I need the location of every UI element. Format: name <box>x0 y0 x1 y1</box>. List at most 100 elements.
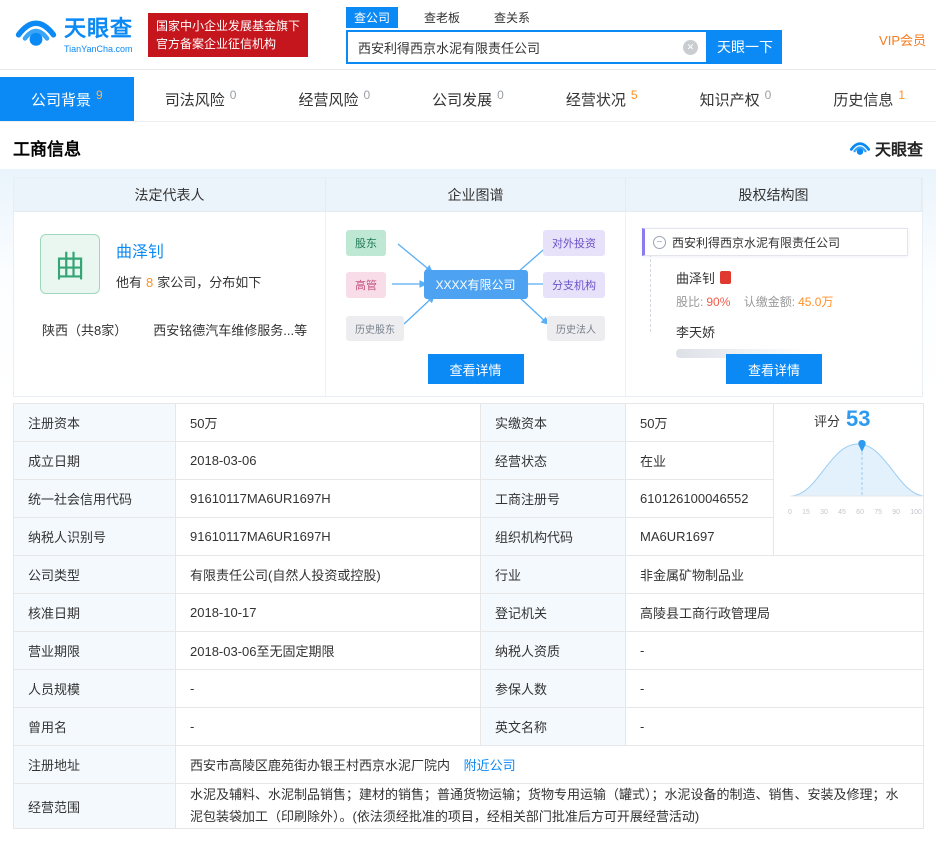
page: 天眼查 TianYanCha.com 国家中小企业发展基金旗下 官方备案企业征信… <box>0 0 936 842</box>
node-shareholder[interactable]: 股东 <box>346 230 386 256</box>
legal-rep-card: 曲 曲泽钊 他有 8 家公司，分布如下 陕西（共8家） 西安铭德汽车维修服务...等 <box>14 212 326 396</box>
equity-structure-card: 西安利得西京水泥有限责任公司 曲泽钊 股比:90% 认缴金额:45.0万 <box>626 212 922 396</box>
tab-count: 0 <box>764 88 772 102</box>
search-input[interactable] <box>348 32 706 62</box>
cert-line2: 官方备案企业征信机构 <box>156 37 277 51</box>
site-header: 天眼查 TianYanCha.com 国家中小企业发展基金旗下 官方备案企业征信… <box>0 0 936 70</box>
search-box <box>346 30 708 64</box>
field-label: 纳税人识别号 <box>13 517 176 556</box>
node-history-shareholder[interactable]: 历史股东 <box>346 316 404 341</box>
field-value: 在业 <box>625 441 774 480</box>
address-value: 西安市高陵区鹿苑街办银王村西京水泥厂院内 <box>190 758 451 773</box>
tab-company-development[interactable]: 公司发展 0 <box>401 77 535 121</box>
avatar[interactable]: 曲 <box>40 234 100 294</box>
search-button[interactable]: 天眼一下 <box>708 30 782 64</box>
tab-history-info[interactable]: 历史信息 1 <box>802 77 936 121</box>
field-label: 英文名称 <box>480 707 626 746</box>
field-label: 成立日期 <box>13 441 176 480</box>
tab-company-background[interactable]: 公司背景 9 <box>0 77 134 121</box>
graph-diagram: 股东 高管 历史股东 XXXX有限公司 对外投资 分支机构 历史法人 <box>326 220 625 350</box>
field-value: - <box>175 669 481 708</box>
section-watermark-logo: 天眼查 <box>849 136 923 160</box>
tab-intellectual-property[interactable]: 知识产权 0 <box>668 77 803 121</box>
field-value: - <box>625 631 924 670</box>
tianyancha-logo[interactable]: 天眼查 TianYanCha.com <box>14 10 133 54</box>
node-branch[interactable]: 分支机构 <box>543 272 605 298</box>
summary-cards-area: 法定代表人 企业图谱 股权结构图 曲 曲泽钊 他有 8 家公司，分布如下 陕西（共8… <box>0 169 936 397</box>
table-row: 人员规模 - 参保人数 - <box>13 669 924 708</box>
nearby-companies-link[interactable]: 附近公司 <box>464 758 516 773</box>
clear-icon[interactable] <box>683 40 698 55</box>
brand-domain: TianYanCha.com <box>64 43 133 54</box>
field-label: 营业期限 <box>13 631 176 670</box>
brand-name: 天眼查 <box>64 15 134 41</box>
node-history-legal[interactable]: 历史法人 <box>547 316 605 341</box>
registered-address-cell: 西安市高陵区鹿苑街办银王村西京水泥厂院内 附近公司 <box>175 745 924 784</box>
tab-count: 1 <box>898 88 906 102</box>
tab-operation-status[interactable]: 经营状况 5 <box>534 77 669 121</box>
tab-operation-risk[interactable]: 经营风险 0 <box>267 77 402 121</box>
table-row: 注册地址 西安市高陵区鹿苑街办银王村西京水泥厂院内 附近公司 <box>13 745 924 784</box>
legal-rep-name-link[interactable]: 曲泽钊 <box>116 238 261 262</box>
table-row: 营业期限 2018-03-06至无固定期限 纳税人资质 - <box>13 631 924 670</box>
holder-amount: 45.0万 <box>798 295 834 309</box>
search-tab-boss[interactable]: 查老板 <box>416 7 468 28</box>
watermark-text: 天眼查 <box>874 141 923 159</box>
tab-judicial-risk[interactable]: 司法风险 0 <box>133 77 268 121</box>
field-label: 注册资本 <box>13 403 176 442</box>
holder-name: 李天娇 <box>676 325 716 340</box>
tab-count: 0 <box>363 88 371 102</box>
tab-count: 0 <box>229 88 237 102</box>
company-nav-tabs: 公司背景 9 司法风险 0 经营风险 0 公司发展 0 经营状况 5 知识产权 0 历史信息… <box>0 77 936 122</box>
field-label: 组织机构代码 <box>480 517 626 556</box>
search-tab-relation[interactable]: 查关系 <box>486 7 538 28</box>
field-value: 91610117MA6UR1697H <box>175 517 481 556</box>
field-value: 2018-03-06至无固定期限 <box>175 631 481 670</box>
node-center-company[interactable]: XXXX有限公司 <box>423 270 528 299</box>
certification-badge: 国家中小企业发展基金旗下 官方备案企业征信机构 <box>148 13 309 57</box>
region-distribution: 陕西（共8家） <box>42 323 128 338</box>
node-executive[interactable]: 高管 <box>346 272 386 298</box>
holder-ratio: 90% <box>706 295 731 309</box>
field-value: 高陵县工商行政管理局 <box>625 593 924 632</box>
field-label: 参保人数 <box>480 669 626 708</box>
equity-root-company[interactable]: 西安利得西京水泥有限责任公司 <box>642 228 908 256</box>
collapse-icon[interactable] <box>653 235 666 249</box>
table-row: 经营范围 水泥及辅料、水泥制品销售；建材的销售；普通货物运输；货物专用运输（罐式… <box>13 782 924 830</box>
node-investment[interactable]: 对外投资 <box>543 230 605 256</box>
field-value: - <box>625 669 924 708</box>
tab-count: 0 <box>497 88 504 102</box>
tianyancha-eye-icon <box>15 20 57 46</box>
field-value: 50万 <box>175 403 481 442</box>
tianyancha-eye-icon <box>849 141 871 155</box>
table-row: 曾用名 - 英文名称 - <box>13 707 924 746</box>
graph-detail-button[interactable]: 查看详情 <box>427 354 524 384</box>
enterprise-graph-card: 股东 高管 历史股东 XXXX有限公司 对外投资 分支机构 历史法人 查看详情 <box>326 212 626 396</box>
company-count: 8 <box>146 275 154 290</box>
score-panel: 评分 53 0 15 30 45 60 75 90 100 <box>773 403 924 556</box>
table-row: 公司类型 有限责任公司(自然人投资或控股) 行业 非金属矿物制品业 <box>13 555 924 594</box>
field-value: 50万 <box>625 403 774 442</box>
search-tab-company[interactable]: 查公司 <box>346 6 399 28</box>
tab-count: 9 <box>96 88 103 102</box>
business-info-table: 注册资本 50万 实缴资本 50万 评分 53 0 15 30 45 60 75 90 100 <box>13 403 924 830</box>
vip-link[interactable]: VIP会员 <box>879 30 926 49</box>
field-value: - <box>175 707 481 746</box>
field-value: 有限责任公司(自然人投资或控股) <box>175 555 481 594</box>
related-company-link[interactable]: 西安铭德汽车维修服务...等 <box>153 320 307 339</box>
field-value: - <box>625 707 924 746</box>
cert-line1: 国家中小企业发展基金旗下 <box>156 19 301 33</box>
field-value: 610126100046552 <box>625 479 774 518</box>
score-label: 评分 <box>814 414 841 429</box>
equity-detail-button[interactable]: 查看详情 <box>726 354 822 384</box>
seal-icon <box>720 271 732 284</box>
field-value: 2018-03-06 <box>175 441 481 480</box>
table-row: 注册资本 50万 实缴资本 50万 评分 53 0 15 30 45 60 75 90 100 <box>13 403 924 556</box>
score-distribution-chart <box>790 439 923 497</box>
equity-structure-header: 股权结构图 <box>626 178 922 212</box>
business-scope-value: 水泥及辅料、水泥制品销售；建材的销售；普通货物运输；货物专用运输（罐式）；水泥设… <box>175 782 924 830</box>
section-header: 工商信息 天眼查 <box>0 122 936 169</box>
enterprise-graph-header: 企业图谱 <box>326 178 626 212</box>
search-area: 查公司 查老板 查关系 天眼一下 <box>346 6 782 64</box>
legal-rep-header: 法定代表人 <box>14 178 326 212</box>
